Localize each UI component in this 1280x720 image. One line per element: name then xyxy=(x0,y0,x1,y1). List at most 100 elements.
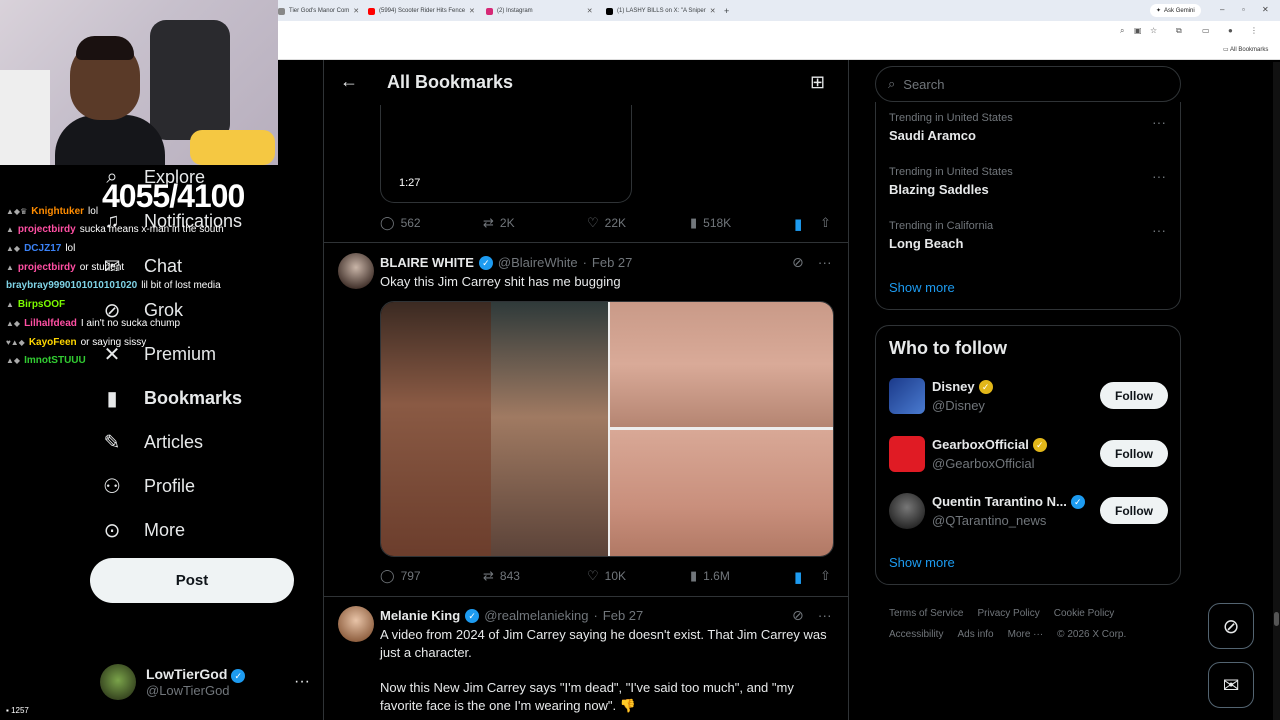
new-tab-button[interactable]: + xyxy=(724,3,729,19)
reply-button[interactable]: ◯ 562 xyxy=(380,215,421,231)
grok-button[interactable]: ⊘ xyxy=(1208,603,1254,649)
follow-button[interactable]: Follow xyxy=(1100,440,1168,467)
messages-button[interactable]: ✉ xyxy=(1208,662,1254,708)
profile-icon[interactable]: ● xyxy=(1228,26,1233,35)
footer-link[interactable]: Terms of Service xyxy=(889,608,963,619)
close-tab-icon[interactable]: ✕ xyxy=(587,7,593,15)
footer-link[interactable]: Accessibility xyxy=(889,629,943,640)
views-icon: ▮ xyxy=(690,215,698,230)
follow-suggestion[interactable]: GearboxOfficial ✓ @GearboxOfficial Follow xyxy=(889,434,1169,474)
nav-articles[interactable]: ✎ Articles xyxy=(100,430,203,455)
more-icon[interactable]: ··· xyxy=(818,607,832,624)
footer-link[interactable]: More ··· xyxy=(1008,629,1044,640)
show-more-link[interactable]: Show more xyxy=(889,280,955,295)
author-name[interactable]: BLAIRE WHITE xyxy=(380,255,474,270)
avatar[interactable] xyxy=(338,253,374,289)
more-icon[interactable]: ··· xyxy=(294,673,310,691)
close-tab-icon[interactable]: ✕ xyxy=(353,7,359,15)
trend-item[interactable]: Trending in United States Blazing Saddle… xyxy=(889,166,1013,197)
repost-button[interactable]: ⇄ 843 xyxy=(483,568,520,584)
author-handle[interactable]: @realmelanieking xyxy=(484,608,588,623)
footer-link[interactable]: Privacy Policy xyxy=(977,608,1039,619)
star-icon[interactable]: ☆ xyxy=(1150,26,1157,35)
more-icon[interactable]: ··· xyxy=(1152,114,1166,130)
all-bookmarks-folder[interactable]: ▭ All Bookmarks xyxy=(1223,46,1268,53)
reply-button[interactable]: ◯ 797 xyxy=(380,568,421,584)
more-icon[interactable]: ··· xyxy=(818,254,832,271)
verified-gold-icon: ✓ xyxy=(1032,437,1047,452)
follow-button[interactable]: Follow xyxy=(1100,382,1168,409)
zoom-icon[interactable]: ⌕ xyxy=(1120,26,1124,36)
avatar[interactable] xyxy=(338,606,374,642)
instagram-favicon-icon xyxy=(486,7,493,15)
follow-suggestion[interactable]: Disney ✓ @Disney Follow xyxy=(889,376,1169,416)
close-tab-icon[interactable]: ✕ xyxy=(469,7,475,15)
more-icon[interactable]: ··· xyxy=(1152,222,1166,238)
author-name[interactable]: Melanie King xyxy=(380,608,460,623)
browser-tab[interactable]: (1) LASHY BILLS on X: "A Sniper ✕ xyxy=(606,3,716,19)
tweet-header: BLAIRE WHITE ✓ @BlaireWhite · Feb 27 xyxy=(380,255,633,270)
x-favicon-icon xyxy=(606,7,613,15)
scrollbar-thumb[interactable] xyxy=(1274,612,1279,626)
bookmark-button[interactable]: ▮ xyxy=(794,215,802,233)
trend-item[interactable]: Trending in United States Saudi Aramco xyxy=(889,112,1013,143)
close-tab-icon[interactable]: ✕ xyxy=(710,7,716,15)
browser-tab[interactable]: Tier God's Manor Com ✕ xyxy=(278,3,359,19)
close-window-icon[interactable]: ✕ xyxy=(1262,5,1269,14)
video-player[interactable]: 1:27 xyxy=(380,105,632,203)
trend-item[interactable]: Trending in California Long Beach xyxy=(889,220,993,251)
tweet-media[interactable] xyxy=(380,301,834,557)
account-handle: @LowTierGod xyxy=(146,683,230,698)
post-button[interactable]: Post xyxy=(90,558,294,603)
share-button[interactable]: ⇧ xyxy=(820,568,831,584)
share-icon: ⇧ xyxy=(820,215,831,230)
nav-more[interactable]: ⊙ More xyxy=(100,518,185,543)
page-header: ← All Bookmarks ⊞ xyxy=(324,60,848,105)
sidepanel-icon[interactable]: ▭ xyxy=(1202,26,1210,35)
author-handle[interactable]: @BlaireWhite xyxy=(498,255,578,270)
account-switcher[interactable]: LowTierGod ✓ @LowTierGod ··· xyxy=(100,660,310,704)
reply-icon: ◯ xyxy=(380,568,395,583)
menu-icon[interactable]: ⋮ xyxy=(1250,26,1258,35)
nav-bookmarks[interactable]: ▮ Bookmarks xyxy=(100,386,242,411)
add-bookmark-folder-icon[interactable]: ⊞ xyxy=(810,72,825,93)
follow-suggestion[interactable]: Quentin Tarantino N... ✓ @QTarantino_news… xyxy=(889,491,1169,531)
tweet-date[interactable]: Feb 27 xyxy=(603,608,643,623)
nav-profile[interactable]: ⚇ Profile xyxy=(100,474,195,499)
maximize-icon[interactable]: ▫ xyxy=(1242,5,1245,14)
views-button[interactable]: ▮ 1.6M xyxy=(690,568,730,584)
tweet-actions: ◯ 797 ⇄ 843 ♡ 10K ▮ 1.6M ▮ ⇧ xyxy=(380,566,836,586)
like-button[interactable]: ♡ 10K xyxy=(587,568,626,584)
more-icon[interactable]: ··· xyxy=(1152,168,1166,184)
minimize-icon[interactable]: – xyxy=(1220,5,1224,14)
footer-link[interactable]: Cookie Policy xyxy=(1054,608,1115,619)
chat-message: ▲◆ ImnotSTUUU xyxy=(6,355,86,366)
bookmark-button[interactable]: ▮ xyxy=(794,568,802,586)
show-more-link[interactable]: Show more xyxy=(889,555,955,570)
tweet-date[interactable]: Feb 27 xyxy=(592,255,632,270)
grok-icon[interactable]: ⊘ xyxy=(792,254,804,271)
reply-icon: ◯ xyxy=(380,215,395,230)
chat-message: ▲◆♛ Knightuker lol xyxy=(6,206,99,217)
cast-icon[interactable]: ▣ xyxy=(1134,26,1142,35)
grok-icon[interactable]: ⊘ xyxy=(792,607,804,624)
more-circle-icon: ⊙ xyxy=(103,520,121,542)
gemini-icon: ✦ xyxy=(1156,8,1162,14)
footer-link[interactable]: Ads info xyxy=(957,629,993,640)
extensions-icon[interactable]: ⧉ xyxy=(1176,26,1182,36)
tweet-text: Okay this Jim Carrey shit has me bugging xyxy=(380,274,621,289)
address-bar[interactable]: ⌕ ▣ ☆ ⧉ ▭ ● ⋮ xyxy=(278,21,1280,42)
heart-icon: ♡ xyxy=(587,215,599,230)
person-icon: ⚇ xyxy=(103,476,121,498)
views-button[interactable]: ▮ 518K xyxy=(690,215,731,231)
browser-tab[interactable]: (5994) Scooter Rider Hits Fence ✕ xyxy=(368,3,475,19)
follow-button[interactable]: Follow xyxy=(1100,497,1168,524)
ask-gemini-button[interactable]: ✦ Ask Gemini xyxy=(1150,4,1201,17)
search-input[interactable]: ⌕ Search xyxy=(875,66,1181,102)
like-button[interactable]: ♡ 22K xyxy=(587,215,626,231)
back-arrow-icon[interactable]: ← xyxy=(340,71,358,92)
repost-button[interactable]: ⇄ 2K xyxy=(483,215,515,231)
share-button[interactable]: ⇧ xyxy=(820,215,831,231)
bookmark-icon: ▮ xyxy=(106,388,118,410)
browser-tab[interactable]: (2) Instagram ✕ xyxy=(486,3,593,19)
